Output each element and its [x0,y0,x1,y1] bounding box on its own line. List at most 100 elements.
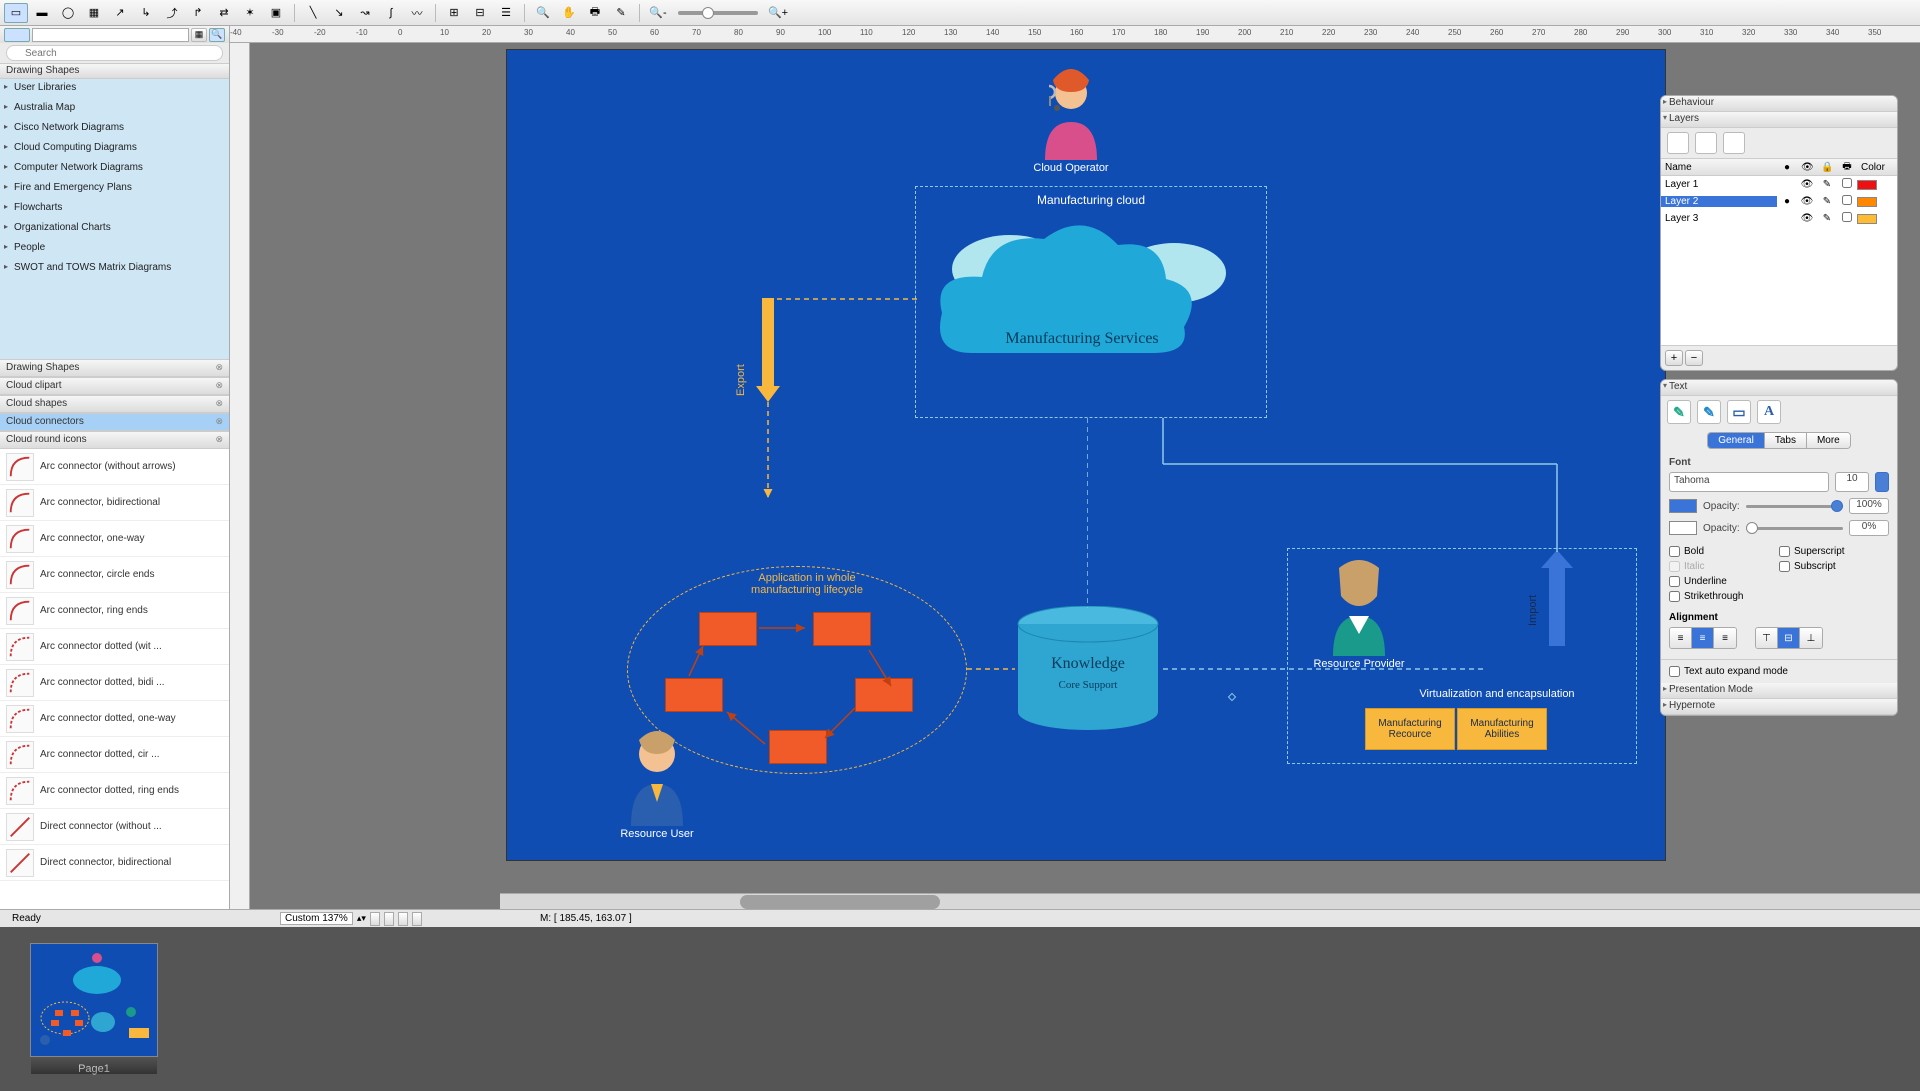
lib-item[interactable]: Organizational Charts [0,219,229,239]
layer-tool-2[interactable] [1695,132,1717,154]
zoom-slider[interactable] [678,11,758,15]
lib-item[interactable]: People [0,239,229,259]
cloud-operator-figure[interactable]: Cloud Operator [1026,68,1116,174]
underline-checkbox[interactable]: Underline [1669,574,1779,589]
zoom-out-button[interactable]: 🔍- [646,3,670,23]
select-tool[interactable]: ▭ [4,3,28,23]
lib-name-field[interactable] [32,28,189,42]
bg-swatch[interactable] [1669,521,1697,535]
zb4[interactable] [412,912,422,926]
stencil-item[interactable]: Arc connector (without arrows) [0,449,229,485]
conn1-tool[interactable]: ↳ [134,3,158,23]
stencil-item[interactable]: Direct connector (without ... [0,809,229,845]
page-thumb-1[interactable]: Page1 [30,943,158,1075]
freehand-tool[interactable]: 〰 [405,3,429,23]
eyedropper-tool[interactable]: ✎ [609,3,633,23]
layer-tool-3[interactable] [1723,132,1745,154]
stencil-section[interactable]: Cloud round icons [0,431,229,449]
layout-tool[interactable]: ▣ [264,3,288,23]
rect-tool[interactable]: ▬ [30,3,54,23]
stencil-item[interactable]: Arc connector, ring ends [0,593,229,629]
layer-row[interactable]: Layer 2●👁✎ [1661,193,1897,210]
lib-item[interactable]: SWOT and TOWS Matrix Diagrams [0,259,229,279]
conn2-tool[interactable]: ⤴ [160,3,184,23]
hand-tool[interactable]: ✋ [557,3,581,23]
zoom-in-icon[interactable]: 🔍 [531,3,555,23]
stencil-item[interactable]: Arc connector, bidirectional [0,485,229,521]
arrow-tool[interactable]: ↗ [108,3,132,23]
lib-item[interactable]: Cloud Computing Diagrams [0,139,229,159]
align-top[interactable]: ⊤ [1756,628,1778,648]
pen-tool[interactable]: ↘ [327,3,351,23]
knowledge-db[interactable]: Knowledge Core Support [1013,606,1163,733]
zoom-in-button[interactable]: 🔍+ [766,3,790,23]
smart-conn-tool[interactable]: ⇄ [212,3,236,23]
zb1[interactable] [370,912,380,926]
align-middle[interactable]: ⊟ [1778,628,1800,648]
lifecycle-box-3[interactable] [665,678,723,712]
strike-checkbox[interactable]: Strikethrough [1669,589,1779,604]
stencil-item[interactable]: Arc connector dotted (wit ... [0,629,229,665]
lifecycle-box-5[interactable] [769,730,827,764]
stencil-section[interactable]: Cloud clipart [0,377,229,395]
subscript-checkbox[interactable]: Subscript [1779,559,1889,574]
align-center[interactable]: ≡ [1692,628,1714,648]
lib-item[interactable]: User Libraries [0,79,229,99]
text-box-tool[interactable]: ▭ [1727,400,1751,424]
zoom-field[interactable]: Custom 137% [280,912,353,925]
stencil-section[interactable]: Cloud connectors [0,413,229,431]
fill-opacity-slider[interactable] [1746,505,1843,508]
text-header[interactable]: Text [1661,380,1897,396]
layer-remove-button[interactable]: − [1685,350,1703,366]
font-size-stepper[interactable] [1875,472,1889,492]
bezier-tool[interactable]: ↝ [353,3,377,23]
line-tool[interactable]: ╲ [301,3,325,23]
layer-add-button[interactable]: + [1665,350,1683,366]
lifecycle-box-4[interactable] [855,678,913,712]
lib-view-toggle[interactable] [4,28,30,42]
horizontal-scrollbar[interactable] [500,893,1920,909]
lifecycle-box-1[interactable] [699,612,757,646]
stencil-item[interactable]: Arc connector dotted, cir ... [0,737,229,773]
text-color-tool[interactable]: ✎ [1667,400,1691,424]
stencil-item[interactable]: Arc connector dotted, bidi ... [0,665,229,701]
font-select[interactable]: Tahoma [1669,472,1829,492]
align-bottom[interactable]: ⊥ [1800,628,1822,648]
behaviour-header[interactable]: Behaviour [1661,96,1897,112]
zb3[interactable] [398,912,408,926]
search-input[interactable] [6,45,223,61]
tab-more[interactable]: More [1807,433,1850,448]
stencil-item[interactable]: Arc connector, one-way [0,521,229,557]
lib-item[interactable]: Cisco Network Diagrams [0,119,229,139]
stencil-item[interactable]: Arc connector dotted, one-way [0,701,229,737]
stencil-section[interactable]: Drawing Shapes [0,359,229,377]
auto-expand-checkbox[interactable]: Text auto expand mode [1669,664,1889,679]
align-right[interactable]: ≡ [1714,628,1736,648]
layers-header[interactable]: Layers [1661,112,1897,128]
font-size-field[interactable]: 10 [1835,472,1869,492]
print-tool[interactable]: 🖶 [583,3,607,23]
presentation-header[interactable]: Presentation Mode [1661,683,1897,699]
mfg-resource-box[interactable]: Manufacturing Recource [1365,708,1455,750]
ellipse-tool[interactable]: ◯ [56,3,80,23]
hypernote-header[interactable]: Hypernote [1661,699,1897,715]
layer-tool-1[interactable] [1667,132,1689,154]
stencil-item[interactable]: Arc connector, circle ends [0,557,229,593]
bg-opacity-value[interactable]: 0% [1849,520,1889,536]
import-arrow[interactable] [1541,550,1573,646]
stencil-item[interactable]: Arc connector dotted, ring ends [0,773,229,809]
bg-opacity-slider[interactable] [1746,527,1843,530]
layer-row[interactable]: Layer 1👁✎ [1661,176,1897,193]
layer-row[interactable]: Layer 3👁✎ [1661,210,1897,227]
ungroup-tool[interactable]: ⊟ [468,3,492,23]
export-arrow[interactable] [756,298,780,506]
conn3-tool[interactable]: ↱ [186,3,210,23]
search-icon[interactable]: 🔍 [209,28,225,42]
auto-conn-tool[interactable]: ✶ [238,3,262,23]
lib-item[interactable]: Flowcharts [0,199,229,219]
arrange-tool[interactable]: ☰ [494,3,518,23]
font-icon[interactable]: A [1757,400,1781,424]
lib-item[interactable]: Fire and Emergency Plans [0,179,229,199]
tab-general[interactable]: General [1708,433,1765,448]
fill-opacity-value[interactable]: 100% [1849,498,1889,514]
